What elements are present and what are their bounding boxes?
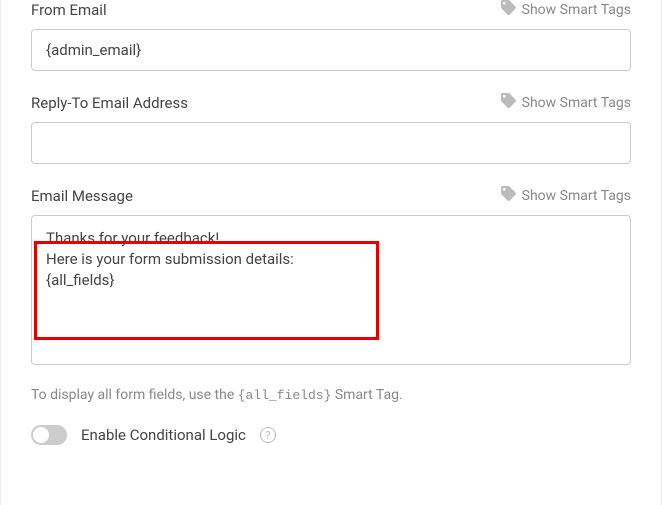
reply-to-smart-tags-text: Show Smart Tags (522, 95, 631, 111)
conditional-logic-label: Enable Conditional Logic (81, 426, 246, 444)
from-email-smart-tags-link[interactable]: Show Smart Tags (501, 0, 631, 19)
helper-suffix: Smart Tag. (331, 387, 402, 403)
email-message-smart-tags-text: Show Smart Tags (522, 188, 631, 204)
toggle-knob (33, 427, 49, 443)
reply-to-input[interactable] (31, 122, 631, 164)
help-icon[interactable]: ? (260, 427, 276, 443)
from-email-smart-tags-text: Show Smart Tags (522, 2, 631, 18)
tag-icon (501, 186, 516, 205)
conditional-logic-toggle[interactable] (31, 425, 67, 445)
from-email-input[interactable] (31, 29, 631, 71)
helper-text: To display all form fields, use the {all… (31, 387, 631, 403)
tag-icon (501, 0, 516, 19)
from-email-label: From Email (31, 1, 107, 19)
email-message-smart-tags-link[interactable]: Show Smart Tags (501, 186, 631, 205)
reply-to-label: Reply-To Email Address (31, 94, 188, 112)
conditional-logic-row: Enable Conditional Logic ? (31, 425, 631, 445)
email-message-textarea[interactable]: Thanks for your feedback! Here is your f… (31, 215, 631, 365)
email-message-label: Email Message (31, 187, 133, 205)
tag-icon (501, 93, 516, 112)
helper-prefix: To display all form fields, use the (31, 387, 238, 403)
reply-to-smart-tags-link[interactable]: Show Smart Tags (501, 93, 631, 112)
helper-code: {all_fields} (238, 388, 332, 403)
